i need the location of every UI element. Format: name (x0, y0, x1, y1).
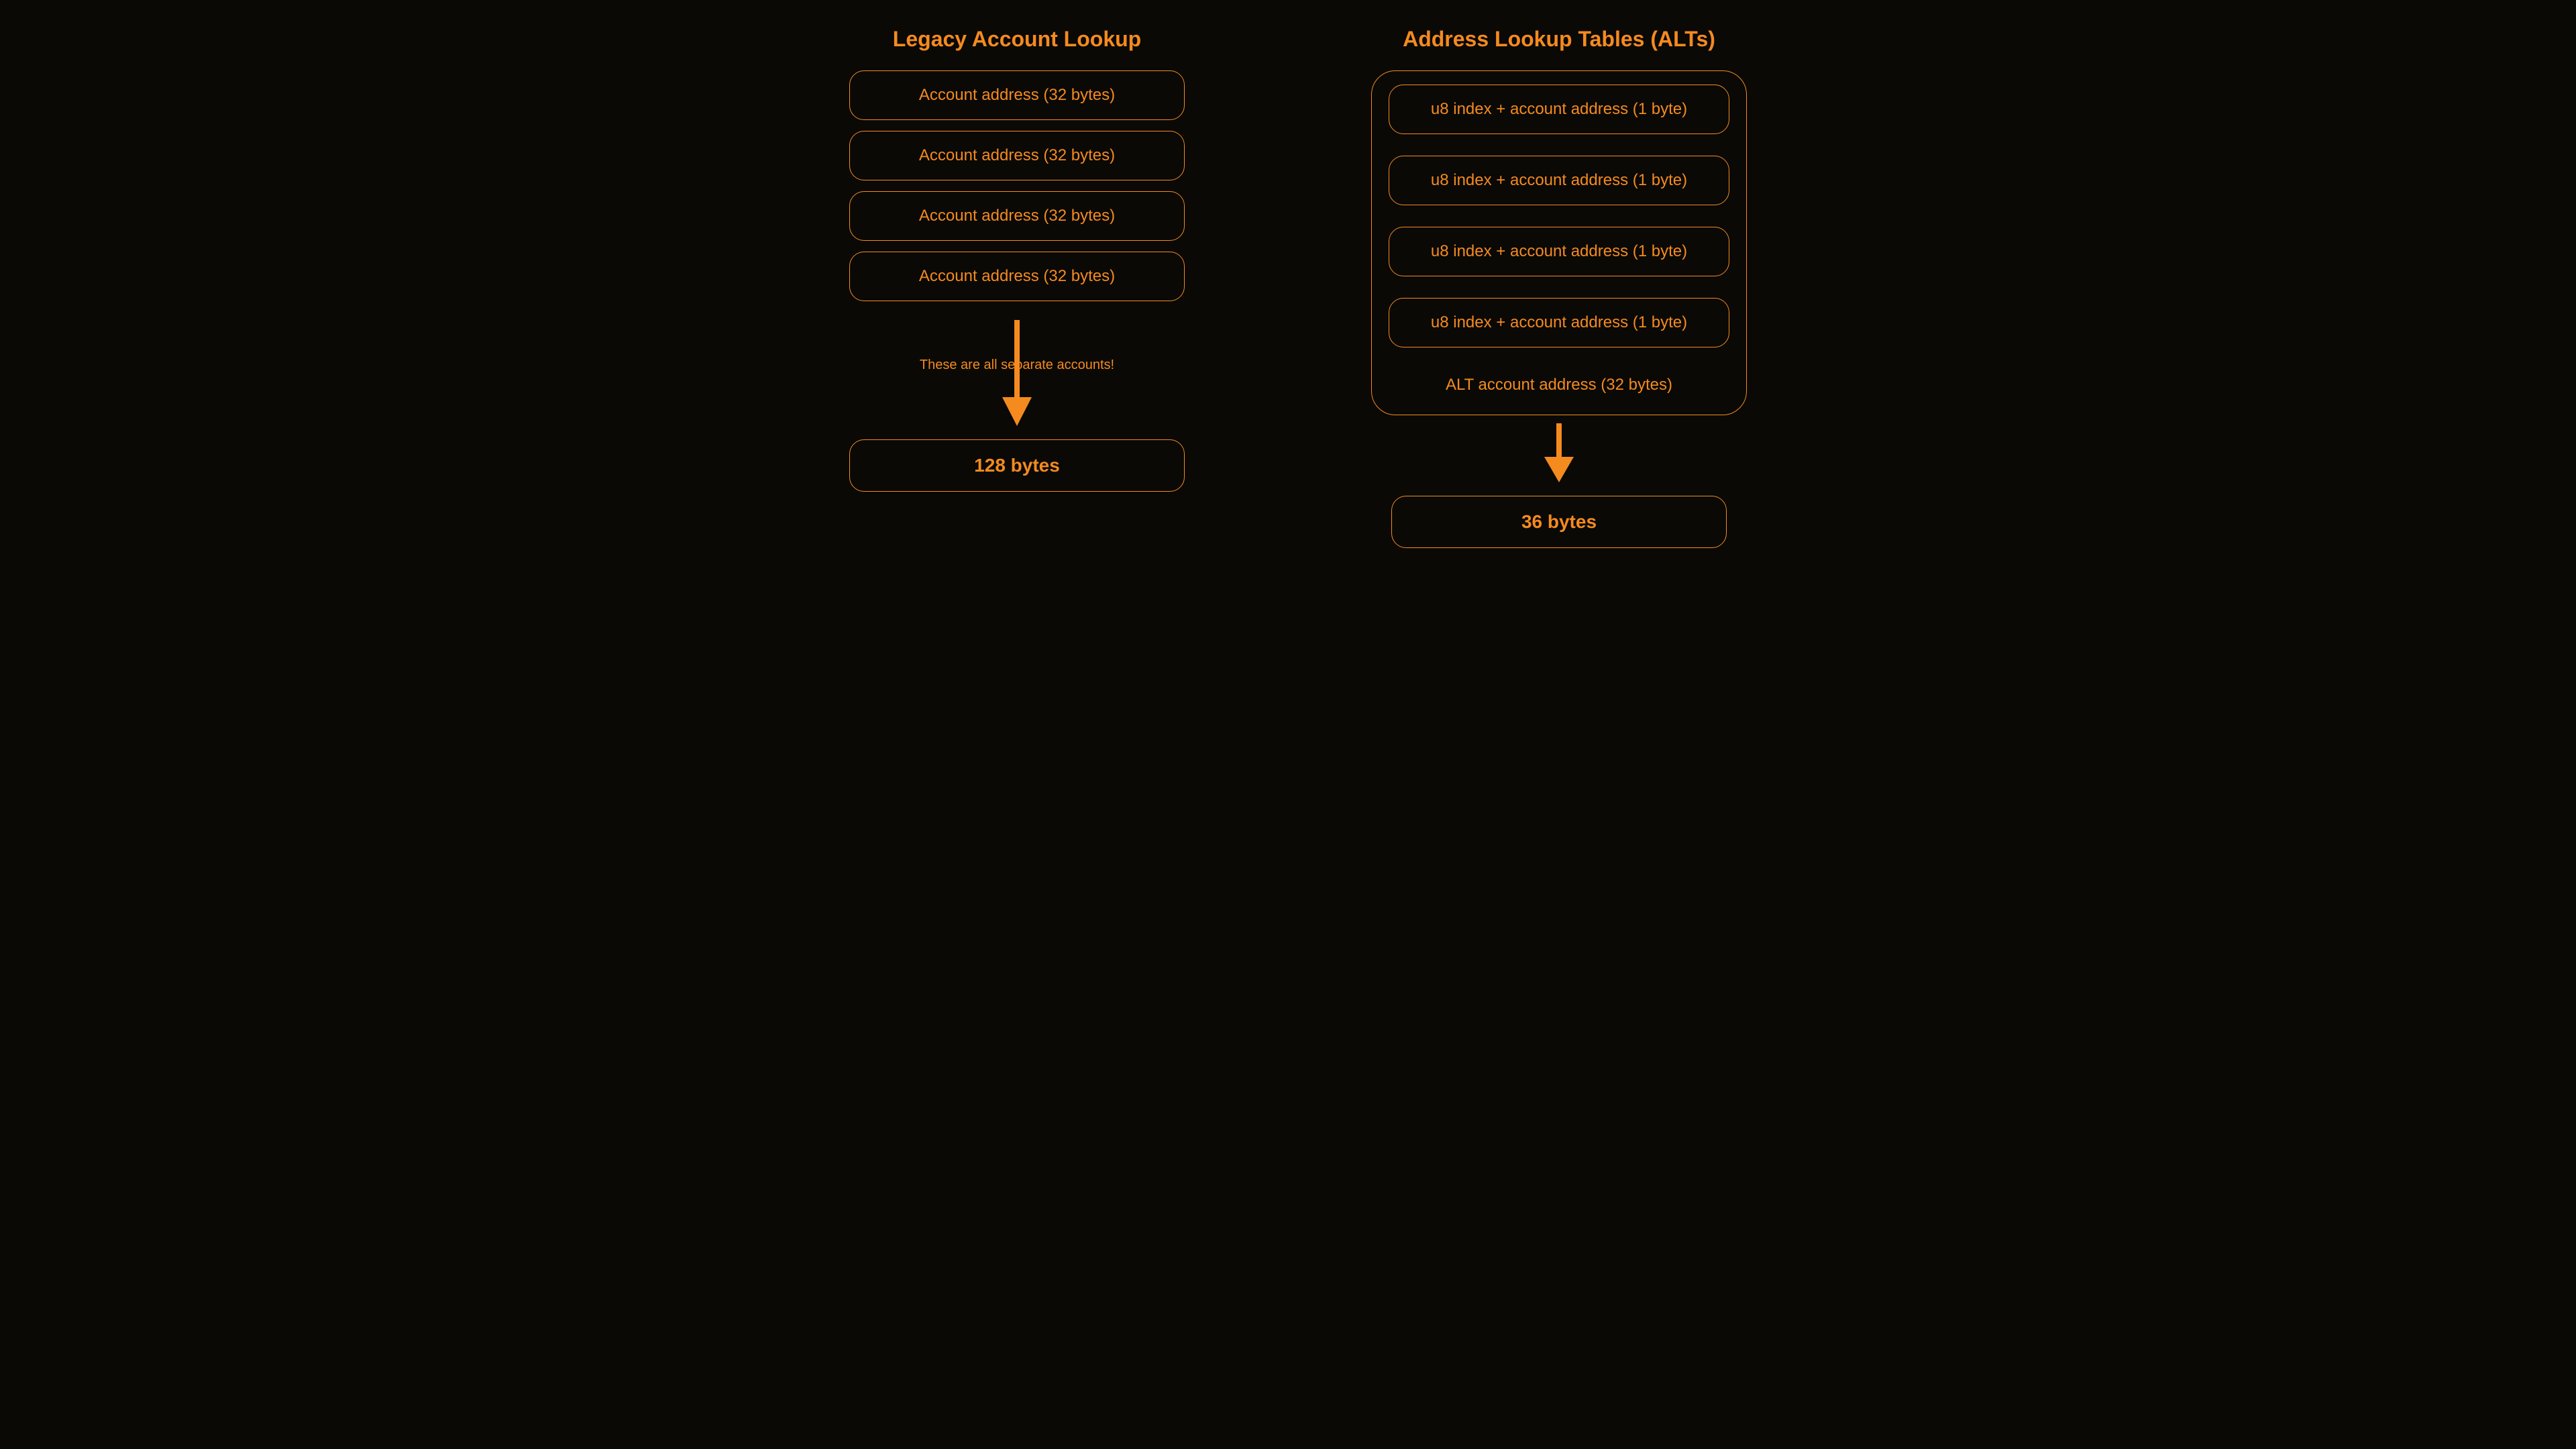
legacy-row: Account address (32 bytes) (849, 252, 1185, 301)
diagram-canvas: Legacy Account Lookup Account address (3… (773, 27, 1803, 548)
legacy-row: Account address (32 bytes) (849, 191, 1185, 241)
alt-container: u8 index + account address (1 byte) u8 i… (1371, 70, 1747, 415)
alt-row: u8 index + account address (1 byte) (1389, 227, 1729, 276)
legacy-arrow-group: These are all separate accounts! (997, 320, 1037, 427)
arrow-down-icon (997, 320, 1037, 427)
legacy-row: Account address (32 bytes) (849, 70, 1185, 120)
alt-row: u8 index + account address (1 byte) (1389, 156, 1729, 205)
legacy-result: 128 bytes (849, 439, 1185, 492)
arrow-down-icon (1539, 423, 1579, 484)
alt-result: 36 bytes (1391, 496, 1727, 548)
legacy-row: Account address (32 bytes) (849, 131, 1185, 180)
alt-row: u8 index + account address (1 byte) (1389, 298, 1729, 347)
alt-title: Address Lookup Tables (ALTs) (1403, 27, 1715, 52)
alt-container-footer: ALT account address (32 bytes) (1389, 369, 1729, 398)
alt-column: Address Lookup Tables (ALTs) u8 index + … (1315, 27, 1803, 548)
legacy-column: Legacy Account Lookup Account address (3… (773, 27, 1261, 548)
legacy-title: Legacy Account Lookup (893, 27, 1141, 52)
legacy-arrow-caption: These are all separate accounts! (920, 358, 1114, 373)
alt-arrow-group (1539, 423, 1579, 484)
alt-row: u8 index + account address (1 byte) (1389, 85, 1729, 134)
